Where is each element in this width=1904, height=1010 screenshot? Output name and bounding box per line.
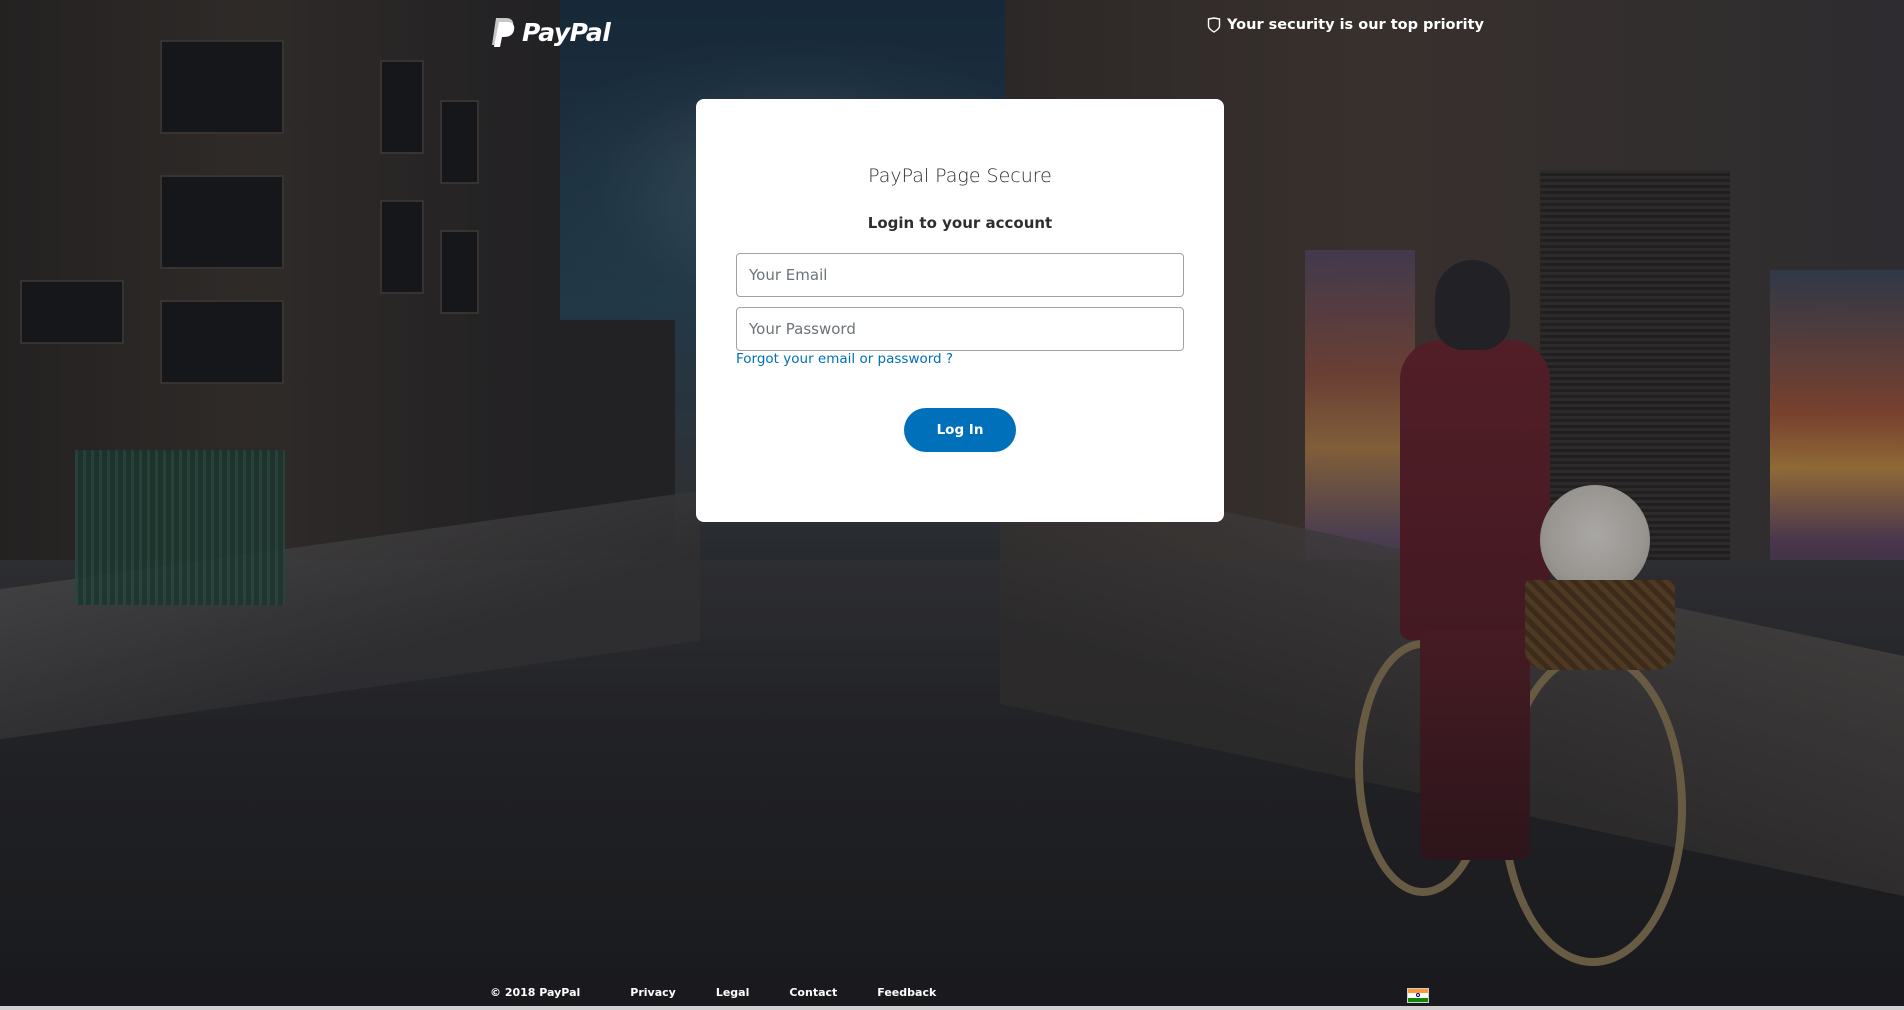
page-bottom-border [0, 1006, 1904, 1010]
paypal-logo[interactable]: PayPal [490, 16, 611, 48]
brand-name: PayPal [522, 17, 611, 47]
copyright-text: © 2018 PayPal [490, 986, 581, 999]
forgot-credentials-link[interactable]: Forgot your email or password ? [736, 351, 953, 367]
page-title: PayPal Page Secure [868, 165, 1052, 187]
login-subtitle: Login to your account [867, 214, 1053, 232]
password-field[interactable] [736, 307, 1184, 351]
footer-link-contact[interactable]: Contact [789, 986, 837, 999]
footer: © 2018 PayPal Privacy Legal Contact Feed… [490, 986, 976, 999]
shield-icon [1207, 17, 1221, 33]
email-field[interactable] [736, 253, 1184, 297]
login-button[interactable]: Log In [904, 408, 1016, 452]
security-text: Your security is our top priority [1227, 17, 1485, 33]
footer-link-legal[interactable]: Legal [716, 986, 750, 999]
footer-link-feedback[interactable]: Feedback [877, 986, 936, 999]
footer-link-privacy[interactable]: Privacy [630, 986, 676, 999]
india-flag-icon[interactable] [1407, 988, 1429, 1003]
paypal-logo-icon [490, 16, 516, 48]
security-notice: Your security is our top priority [1207, 17, 1484, 33]
login-card: PayPal Page Secure Login to your account… [696, 99, 1224, 522]
